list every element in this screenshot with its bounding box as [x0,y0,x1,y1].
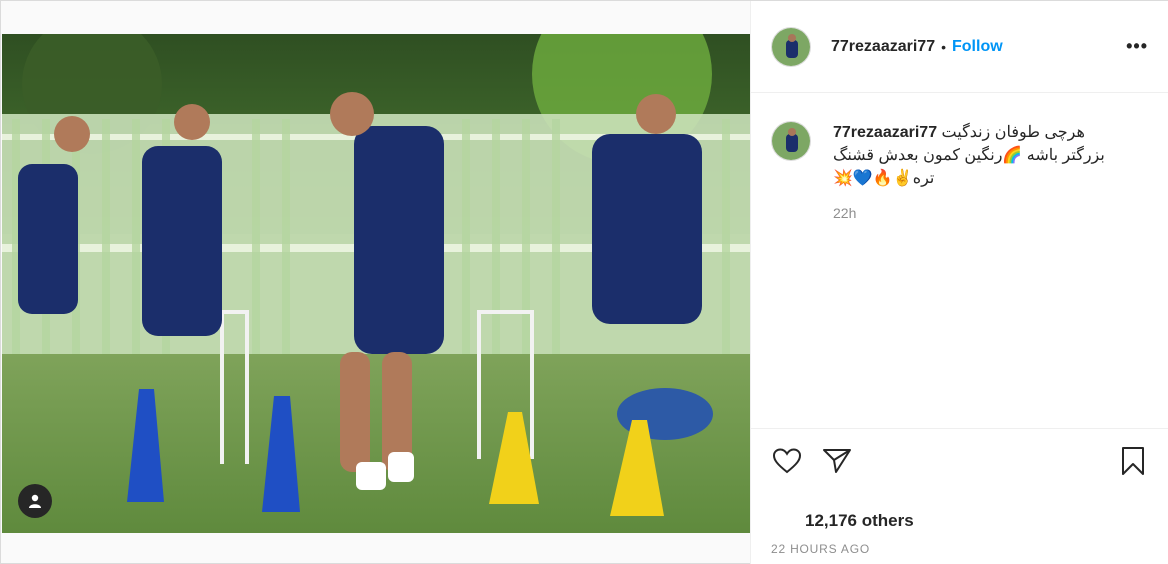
caption-line: بزرگتر باشه 🌈رنگین کمون بعدش قشنگ [833,147,1105,164]
likes-count[interactable]: 12,176 others [805,511,914,531]
caption-timestamp[interactable]: 22h [833,202,1105,225]
caption-comment: 77rezaazari77 هرچی طوفان زندگیت بزرگتر ب… [771,121,1148,225]
caption-username[interactable]: 77rezaazari77 [833,124,937,141]
more-options-icon[interactable]: ••• [1126,36,1148,57]
bookmark-icon[interactable] [1117,445,1149,477]
avatar-image [772,27,810,66]
separator-dot: • [941,38,946,55]
follow-button[interactable]: Follow [952,38,1003,56]
share-glyph [823,449,851,473]
post-modal: 77rezaazari77 • Follow ••• 77rezaazari77… [0,0,1168,564]
post-sidebar: 77rezaazari77 • Follow ••• 77rezaazari77… [750,1,1168,564]
person-glyph [29,494,41,508]
post-photo[interactable] [2,34,750,533]
post-timestamp[interactable]: 22 HOURS AGO [771,542,870,556]
bookmark-glyph [1122,447,1144,475]
user-tag-icon[interactable] [18,484,52,518]
caption-text: 77rezaazari77 هرچی طوفان زندگیت بزرگتر ب… [833,121,1105,225]
heart-glyph [772,448,802,474]
avatar-image [772,122,810,160]
action-bar: 12,176 others 22 HOURS AGO [751,428,1168,564]
training-scene [2,34,750,533]
avatar[interactable] [771,121,811,161]
caption-line: تره✌🔥💙💥 [833,170,935,187]
heart-icon[interactable] [771,445,803,477]
username-link[interactable]: 77rezaazari77 [831,38,935,56]
caption-line: هرچی طوفان زندگیت [941,124,1085,141]
post-header: 77rezaazari77 • Follow ••• [751,1,1168,93]
avatar[interactable] [771,26,811,67]
paper-plane-icon[interactable] [821,445,853,477]
